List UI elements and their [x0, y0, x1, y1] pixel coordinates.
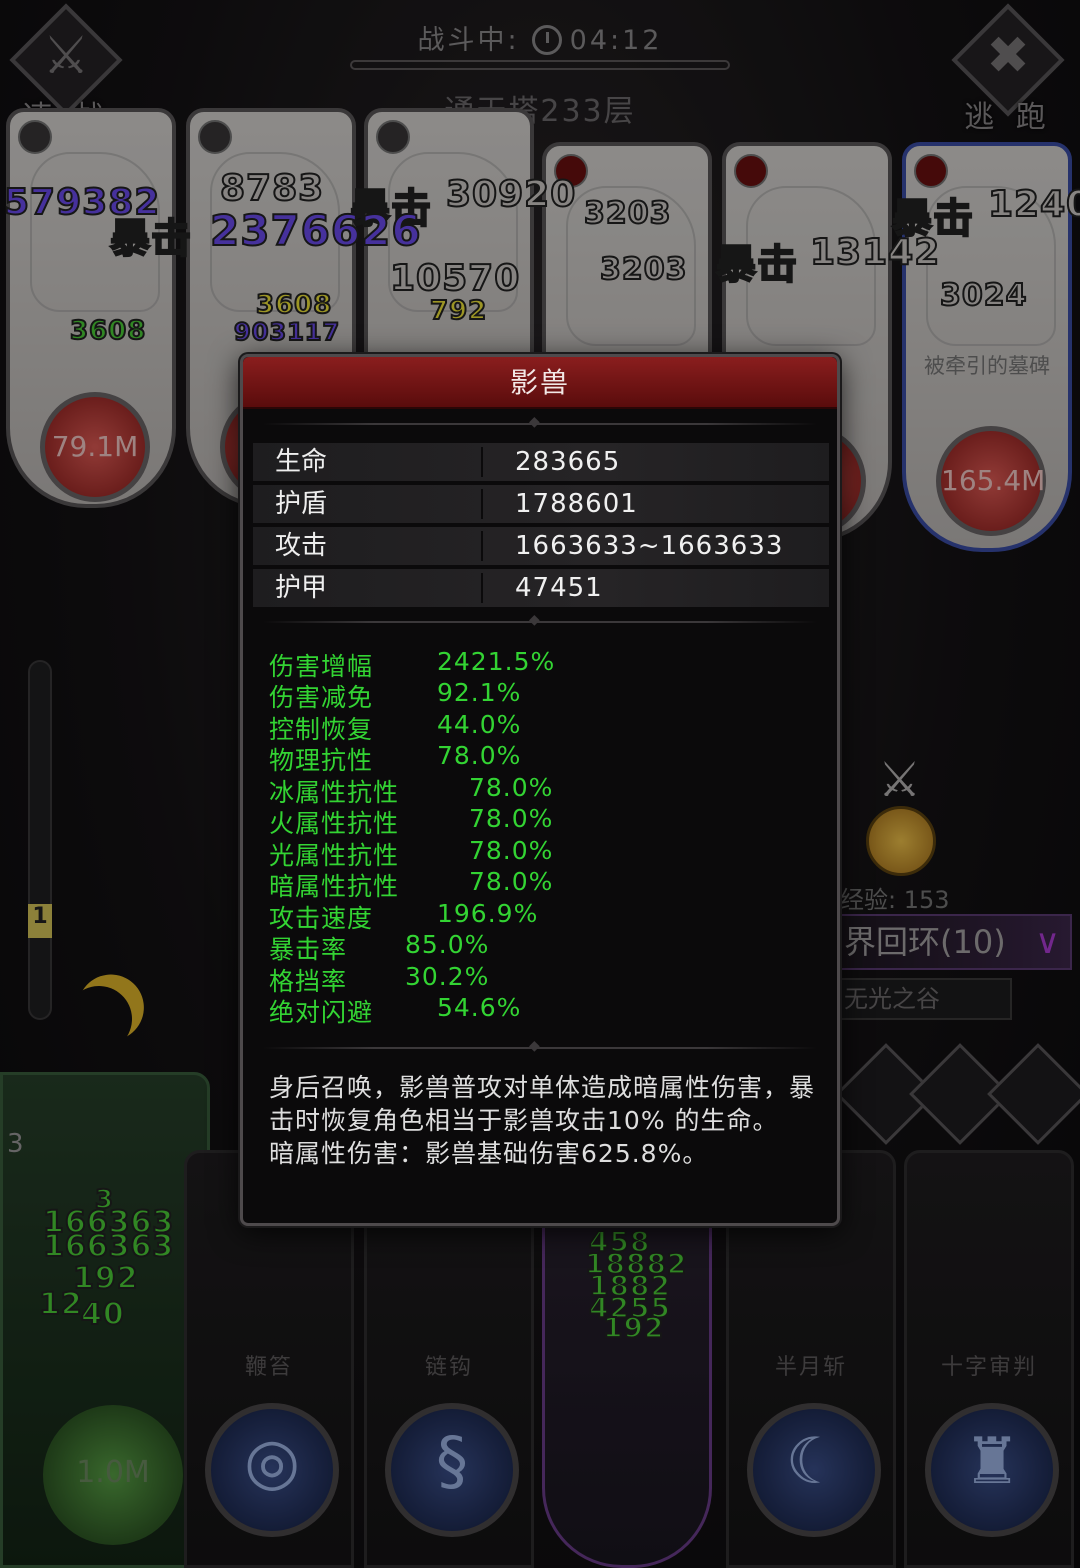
- attribute-label: 绝对闪避: [269, 998, 374, 1027]
- attribute-value: 78.0%: [469, 867, 554, 896]
- attribute-value: 2421.5%: [437, 647, 556, 676]
- description-damage-text: 暗属性伤害：影兽基础伤害625.8%。: [269, 1139, 709, 1168]
- attribute-value: 196.9%: [437, 899, 539, 928]
- attribute-label: 物理抗性: [269, 746, 374, 775]
- popup-title: 影兽: [243, 357, 837, 409]
- stat-value: 47451: [515, 573, 603, 603]
- divider: [481, 573, 483, 603]
- attribute-value: 78.0%: [469, 773, 554, 802]
- attribute-value: 85.0%: [405, 930, 490, 959]
- divider: [481, 489, 483, 519]
- divider: [263, 1038, 817, 1054]
- stat-label: 生命: [275, 447, 328, 477]
- divider: [263, 612, 817, 628]
- stat-label: 护盾: [275, 489, 328, 519]
- attribute-value: 44.0%: [437, 710, 522, 739]
- stat-label: 攻击: [275, 531, 328, 561]
- stat-label: 护甲: [275, 573, 328, 603]
- stat-row: 攻击 1663633~1663633: [253, 527, 829, 565]
- attribute-label: 伤害减免: [269, 683, 374, 712]
- stat-value: 1663633~1663633: [515, 531, 784, 561]
- attribute-label: 火属性抗性: [269, 809, 400, 838]
- attribute-value: 78.0%: [469, 804, 554, 833]
- divider: [481, 531, 483, 561]
- stat-row: 生命 283665: [253, 443, 829, 481]
- attribute-value: 78.0%: [469, 836, 554, 865]
- attribute-value: 30.2%: [405, 962, 490, 991]
- attribute-value: 54.6%: [437, 993, 522, 1022]
- attribute-value: 92.1%: [437, 678, 522, 707]
- stat-value: 283665: [515, 447, 621, 477]
- stat-value: 1788601: [515, 489, 638, 519]
- stat-row: 护盾 1788601: [253, 485, 829, 523]
- divider: [263, 414, 817, 430]
- unit-info-popup: 影兽 生命 283665 护盾 1788601 攻击 1663633~16636…: [240, 354, 840, 1226]
- skill-description: 身后召唤，影兽普攻对单体造成暗属性伤害，暴击时恢复角色相当于影兽攻击10% 的生…: [269, 1071, 825, 1170]
- description-text: 身后召唤，影兽普攻对单体造成暗属性伤害，暴击时恢复角色相当于影兽攻击10% 的生…: [269, 1073, 816, 1135]
- stat-row: 护甲 47451: [253, 569, 829, 607]
- divider: [481, 447, 483, 477]
- attribute-value: 78.0%: [437, 741, 522, 770]
- attribute-label: 暴击率: [269, 935, 348, 964]
- attribute-label: 暗属性抗性: [269, 872, 400, 901]
